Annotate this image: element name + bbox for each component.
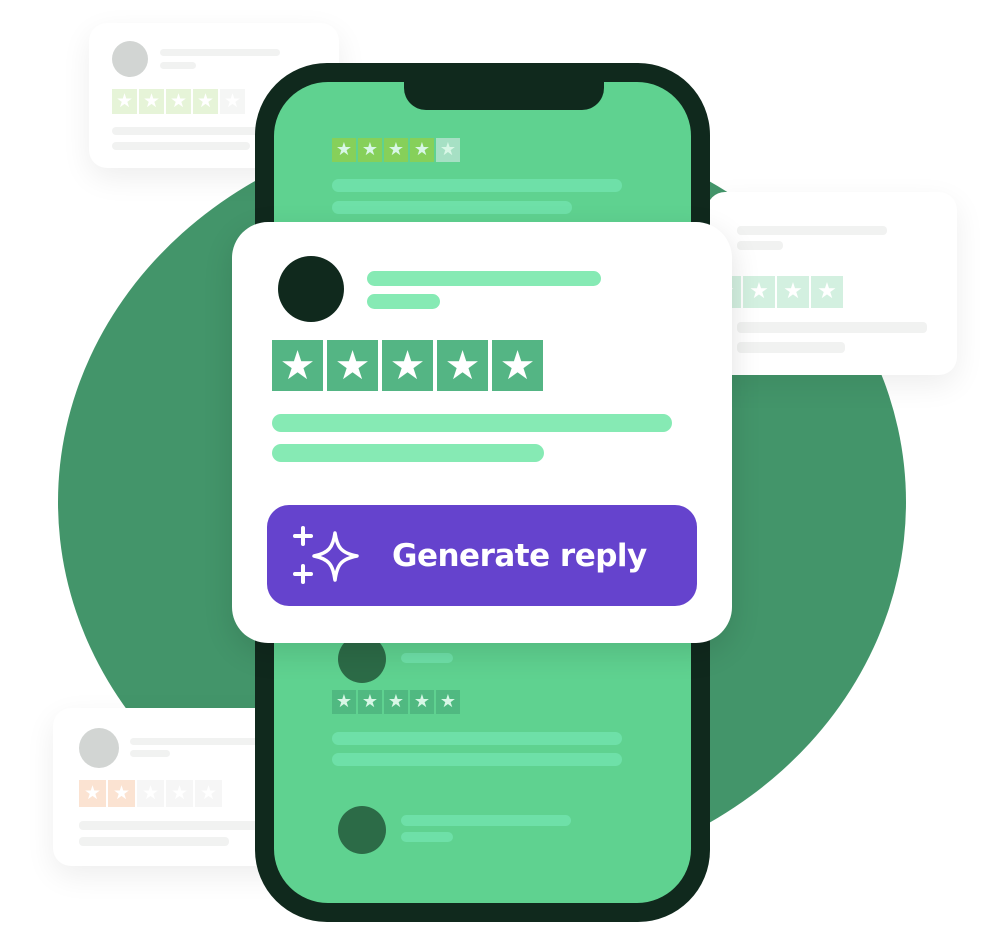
star-icon: ★ xyxy=(220,89,245,114)
skeleton-line xyxy=(160,62,196,69)
skeleton-line xyxy=(401,653,453,663)
review-text-placeholder xyxy=(272,444,544,462)
skeleton-line xyxy=(737,241,783,250)
skeleton-line xyxy=(79,837,229,846)
star-icon: ★ xyxy=(743,276,775,308)
star-icon: ★ xyxy=(358,138,382,162)
star-icon: ★ xyxy=(410,690,434,714)
star-rating: ★ ★ ★ ★ ★ xyxy=(272,340,543,391)
star-icon: ★ xyxy=(384,690,408,714)
star-icon: ★ xyxy=(79,780,106,807)
star-icon: ★ xyxy=(436,690,460,714)
star-icon: ★ xyxy=(358,690,382,714)
review-card: ★ ★ ★ ★ ★ Generate reply xyxy=(232,222,732,643)
skeleton-line xyxy=(332,201,572,214)
star-icon: ★ xyxy=(193,89,218,114)
ghost-review-card-right: ★ ★ ★ ★ xyxy=(707,192,957,375)
skeleton-line xyxy=(130,750,170,757)
star-icon: ★ xyxy=(332,690,356,714)
star-rating: ★ ★ ★ ★ ★ xyxy=(332,690,460,714)
skeleton-line xyxy=(737,322,927,333)
star-icon: ★ xyxy=(166,89,191,114)
star-icon: ★ xyxy=(272,340,323,391)
star-icon: ★ xyxy=(436,138,460,162)
star-icon: ★ xyxy=(166,780,193,807)
sparkle-icon xyxy=(293,526,359,584)
generate-reply-button[interactable]: Generate reply xyxy=(267,505,697,606)
star-icon: ★ xyxy=(139,89,164,114)
skeleton-line xyxy=(112,142,250,150)
reviewer-avatar xyxy=(278,256,344,322)
star-icon: ★ xyxy=(811,276,843,308)
skeleton-line xyxy=(401,832,453,842)
star-icon: ★ xyxy=(195,780,222,807)
skeleton-line xyxy=(332,179,622,192)
star-icon: ★ xyxy=(112,89,137,114)
star-icon: ★ xyxy=(137,780,164,807)
review-text-placeholder xyxy=(272,414,672,432)
star-icon: ★ xyxy=(384,138,408,162)
star-rating: ★ ★ ★ ★ ★ xyxy=(112,89,245,114)
reviewer-name-placeholder xyxy=(367,271,601,286)
skeleton-line xyxy=(160,49,280,56)
phone-notch xyxy=(404,82,604,110)
review-date-placeholder xyxy=(367,294,440,309)
avatar xyxy=(338,806,386,854)
skeleton-line xyxy=(737,226,887,235)
skeleton-line xyxy=(130,738,270,745)
star-icon: ★ xyxy=(332,138,356,162)
star-icon: ★ xyxy=(777,276,809,308)
star-icon: ★ xyxy=(492,340,543,391)
skeleton-line xyxy=(112,127,262,135)
avatar xyxy=(112,41,148,77)
star-icon: ★ xyxy=(437,340,488,391)
star-icon: ★ xyxy=(327,340,378,391)
generate-reply-label: Generate reply xyxy=(392,537,647,574)
skeleton-line xyxy=(332,732,622,745)
skeleton-line xyxy=(332,753,622,766)
skeleton-line xyxy=(79,821,279,830)
star-icon: ★ xyxy=(382,340,433,391)
skeleton-line xyxy=(737,342,845,353)
star-icon: ★ xyxy=(410,138,434,162)
star-icon: ★ xyxy=(108,780,135,807)
star-rating: ★ ★ ★ ★ ★ xyxy=(79,780,222,807)
avatar xyxy=(79,728,119,768)
skeleton-line xyxy=(401,815,571,826)
star-rating: ★ ★ ★ ★ ★ xyxy=(332,138,460,162)
